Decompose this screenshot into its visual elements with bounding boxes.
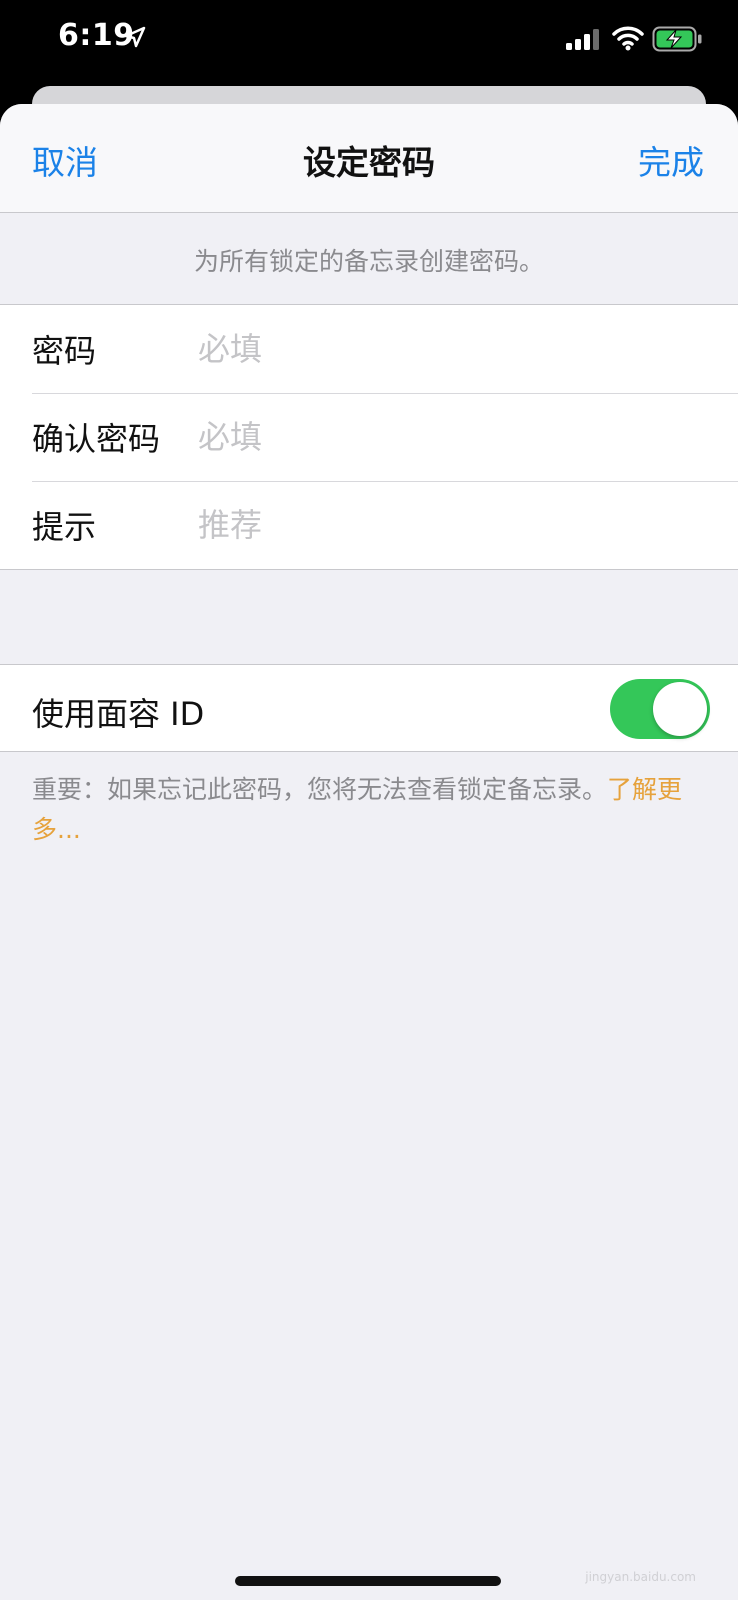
hint-row: 提示: [0, 481, 738, 569]
done-button[interactable]: 完成: [638, 136, 704, 184]
footer-note: 重要：如果忘记此密码，您将无法查看锁定备忘录。了解更多...: [32, 770, 692, 850]
status-bar: 6:19: [0, 0, 738, 86]
toggle-knob: [653, 682, 707, 736]
cellular-signal-icon: [566, 29, 599, 50]
face-id-toggle[interactable]: [610, 679, 710, 739]
page-title: 设定密码: [303, 143, 435, 182]
password-input[interactable]: [198, 319, 698, 379]
face-id-label: 使用面容 ID: [32, 695, 205, 733]
location-arrow-icon: [124, 26, 146, 48]
password-row: 密码: [0, 305, 738, 393]
hint-label: 提示: [32, 508, 97, 546]
password-form: 密码 确认密码 提示: [0, 304, 738, 570]
set-password-sheet: 取消 设定密码 完成 为所有锁定的备忘录创建密码。 密码 确认密码 提示 使用面…: [0, 104, 738, 1600]
wifi-icon: [612, 26, 644, 51]
section-description: 为所有锁定的备忘录创建密码。: [193, 247, 544, 276]
confirm-password-label: 确认密码: [32, 420, 161, 458]
password-label: 密码: [32, 332, 97, 370]
home-indicator[interactable]: [235, 1576, 501, 1586]
battery-charging-icon: [652, 26, 702, 52]
confirm-password-row: 确认密码: [0, 393, 738, 481]
navigation-bar: 取消 设定密码 完成: [0, 104, 738, 213]
face-id-row: 使用面容 ID: [0, 664, 738, 752]
watermark-text: jingyan.baidu.com: [585, 1570, 696, 1584]
hint-input[interactable]: [198, 495, 698, 555]
footer-note-text: 重要：如果忘记此密码，您将无法查看锁定备忘录。: [32, 775, 608, 804]
confirm-password-input[interactable]: [198, 407, 698, 467]
